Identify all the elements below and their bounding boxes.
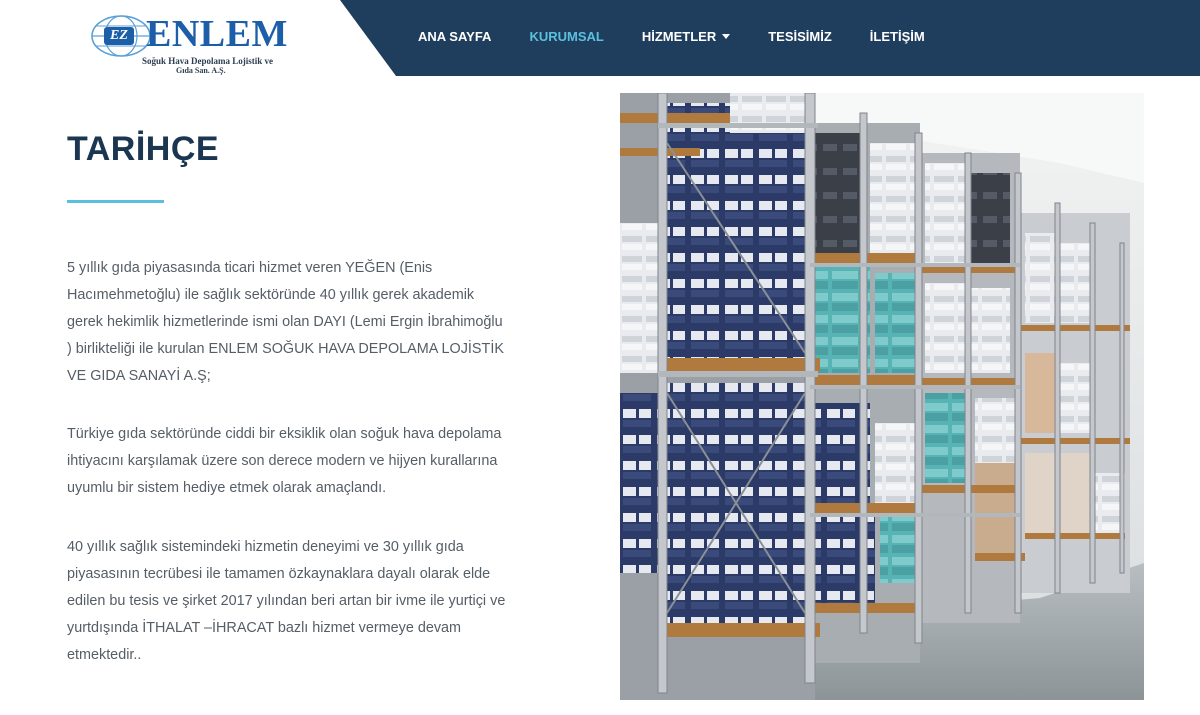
nav-item-ana-sayfa[interactable]: ANA SAYFA [418, 29, 491, 44]
logo-subtitle-line2: Gıda San. A.Ş. [176, 66, 226, 75]
nav-item-kurumsal[interactable]: KURUMSAL [529, 29, 603, 44]
site-header: EZ ENLEM Soğuk Hava Depolama Lojistik ve… [0, 0, 1200, 76]
site-logo[interactable]: EZ ENLEM Soğuk Hava Depolama Lojistik ve… [90, 10, 287, 76]
nav-item-hizmetler[interactable]: HİZMETLER [641, 28, 731, 44]
cold-storage-warehouse-illustration [620, 93, 1144, 700]
history-paragraph-2: Türkiye gıda sektöründe ciddi bir eksikl… [67, 426, 502, 496]
caret-down-icon [722, 33, 731, 39]
logo-subtitle-line1: Soğuk Hava Depolama Lojistik ve [142, 56, 274, 66]
logo-badge: EZ [110, 28, 128, 43]
history-paragraph-1: 5 yıllık gıda piyasasında ticari hizmet … [67, 260, 504, 384]
logo-name: ENLEM [146, 13, 288, 55]
nav-item-tesisimiz[interactable]: TESİSİMİZ [768, 29, 832, 44]
title-underline [67, 200, 164, 203]
page-title: TARİHÇE [67, 130, 220, 168]
history-paragraph-3: 40 yıllık sağlık sistemindeki hizmetin d… [67, 539, 506, 663]
nav-item-iletisim[interactable]: İLETİŞİM [870, 29, 925, 44]
warehouse-photo [620, 93, 1144, 700]
main-nav: ANA SAYFA KURUMSAL HİZMETLER TESİSİMİZ İ… [399, 0, 944, 72]
nav-item-hizmetler-label: HİZMETLER [641, 28, 717, 44]
